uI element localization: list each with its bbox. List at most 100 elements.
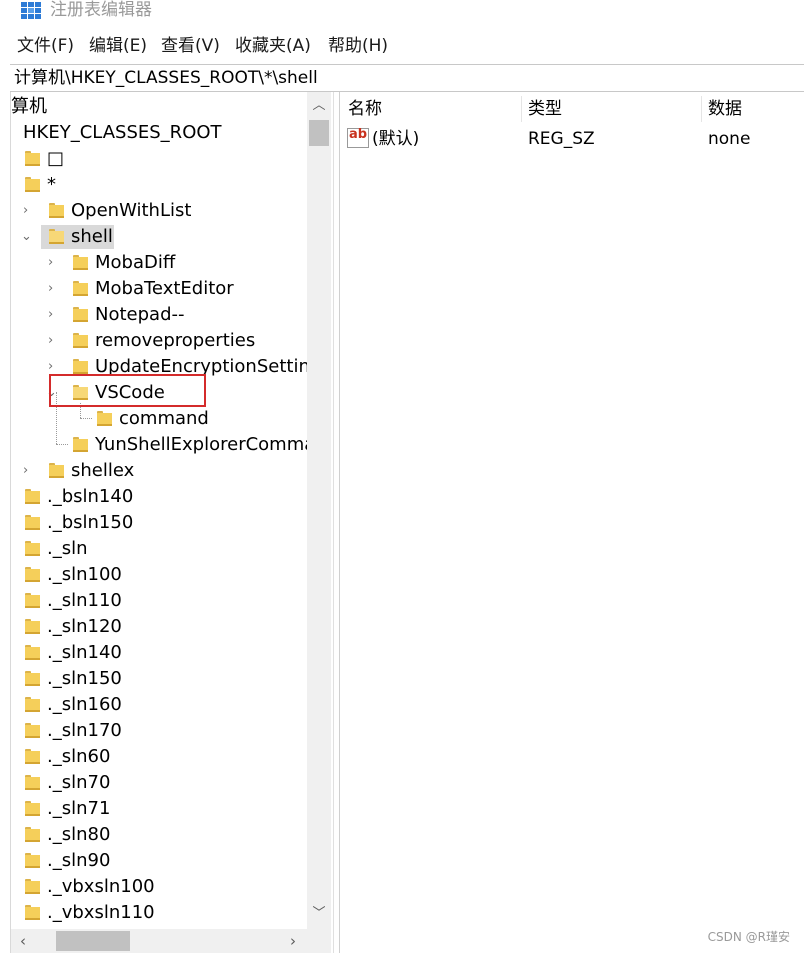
tree-label: ._sln xyxy=(47,538,88,559)
tree-item[interactable]: ._bsln140 xyxy=(11,484,311,510)
window-title: 注册表编辑器 xyxy=(50,0,152,20)
chevron-right-icon[interactable]: › xyxy=(48,308,58,321)
tree-item[interactable]: › OpenWithList xyxy=(11,198,311,224)
value-type[interactable]: REG_SZ xyxy=(528,126,595,152)
menu-view[interactable]: 查看(V) xyxy=(161,35,220,57)
folder-icon xyxy=(73,255,88,270)
tree-item[interactable]: › MobaDiff xyxy=(11,250,311,276)
menu-file[interactable]: 文件(F) xyxy=(17,35,74,57)
tree-label: ._sln60 xyxy=(47,746,111,767)
folder-icon xyxy=(49,463,64,478)
regedit-app-icon xyxy=(20,0,42,20)
value-list-pane: 名称 类型 数据 ab (默认) REG_SZ none xyxy=(340,92,804,953)
folder-icon xyxy=(97,411,112,426)
folder-icon xyxy=(25,801,40,816)
tree-item[interactable]: ._sln70 xyxy=(11,770,311,796)
tree-item[interactable]: ._sln160 xyxy=(11,692,311,718)
tree-item[interactable]: ._sln80 xyxy=(11,822,311,848)
menu-help[interactable]: 帮助(H) xyxy=(328,35,388,57)
tree-item[interactable]: ._sln140 xyxy=(11,640,311,666)
key-tree-pane: 算机 HKEY_CLASSES_ROOT □ * › OpenWithList … xyxy=(10,92,334,953)
tree-label: MobaDiff xyxy=(95,252,176,273)
folder-open-icon xyxy=(49,229,64,244)
menu-edit[interactable]: 编辑(E) xyxy=(89,35,147,57)
address-bar[interactable]: 计算机\HKEY_CLASSES_ROOT\*\shell xyxy=(10,64,804,92)
folder-icon xyxy=(73,437,88,452)
tree-item[interactable]: ._sln150 xyxy=(11,666,311,692)
scroll-up-icon[interactable]: ︿ xyxy=(307,94,331,118)
tree-item[interactable]: * xyxy=(11,172,311,198)
tree-item[interactable]: › shellex xyxy=(11,458,311,484)
tree-item[interactable]: ._sln100 xyxy=(11,562,311,588)
tree-label: ._sln120 xyxy=(47,616,122,637)
scroll-right-icon[interactable]: › xyxy=(281,929,305,953)
title-bar: 注册表编辑器 xyxy=(0,0,804,28)
tree-item[interactable]: YunShellExplorerCommand xyxy=(11,432,308,458)
folder-icon xyxy=(25,541,40,556)
tree-label: ._sln71 xyxy=(47,798,111,819)
tree-item[interactable]: ._sln xyxy=(11,536,311,562)
folder-icon xyxy=(25,749,40,764)
tree-horizontal-scrollbar[interactable]: ‹ › xyxy=(11,929,307,953)
tree-item[interactable]: ._vbxsln100 xyxy=(11,874,311,900)
tree-item[interactable]: › MobaTextEditor xyxy=(11,276,311,302)
menu-favorites[interactable]: 收藏夹(A) xyxy=(235,35,311,57)
tree-label: ._sln80 xyxy=(47,824,111,845)
tree-item-selected[interactable]: ⌄ shell xyxy=(11,224,311,250)
chevron-right-icon[interactable]: › xyxy=(23,464,33,477)
pane-splitter[interactable] xyxy=(333,92,340,953)
folder-icon xyxy=(25,567,40,582)
tree-label: HKEY_CLASSES_ROOT xyxy=(23,122,222,143)
tree-item[interactable]: ._sln110 xyxy=(11,588,311,614)
chevron-right-icon[interactable]: › xyxy=(23,204,33,217)
column-divider[interactable] xyxy=(521,96,522,122)
tree-item[interactable]: ._sln60 xyxy=(11,744,311,770)
tree-label: ._sln70 xyxy=(47,772,111,793)
tree-item[interactable]: ._sln71 xyxy=(11,796,311,822)
chevron-right-icon[interactable]: › xyxy=(48,256,58,269)
scroll-down-icon[interactable]: ﹀ xyxy=(307,902,331,926)
tree-vertical-scrollbar[interactable]: ︿ ﹀ xyxy=(307,92,331,929)
folder-icon xyxy=(25,775,40,790)
tree-label: OpenWithList xyxy=(71,200,192,221)
tree-label: command xyxy=(119,408,209,429)
chevron-right-icon[interactable]: › xyxy=(48,334,58,347)
tree-label: shell xyxy=(71,226,113,247)
scroll-thumb[interactable] xyxy=(309,120,329,146)
scroll-left-icon[interactable]: ‹ xyxy=(11,929,35,953)
column-header-name[interactable]: 名称 xyxy=(348,96,382,122)
tree-item[interactable]: › Notepad-- xyxy=(11,302,311,328)
chevron-down-icon[interactable]: ⌄ xyxy=(21,230,32,243)
tree-item[interactable]: ._vbxsln110 xyxy=(11,900,311,926)
tree-label: ._vbxsln110 xyxy=(47,902,155,923)
tree-label: shellex xyxy=(71,460,135,481)
column-header-type[interactable]: 类型 xyxy=(528,96,562,122)
folder-icon xyxy=(25,619,40,634)
folder-icon xyxy=(25,879,40,894)
chevron-right-icon[interactable]: › xyxy=(48,282,58,295)
value-name[interactable]: (默认) xyxy=(372,126,419,152)
tree-item[interactable]: command xyxy=(11,406,311,432)
column-header-data[interactable]: 数据 xyxy=(708,96,742,122)
column-divider[interactable] xyxy=(701,96,702,122)
folder-icon xyxy=(25,827,40,842)
tree-item[interactable]: ._sln90 xyxy=(11,848,311,874)
tree-label: ._sln150 xyxy=(47,668,122,689)
address-path[interactable]: 计算机\HKEY_CLASSES_ROOT\*\shell xyxy=(14,67,318,89)
tree-item[interactable]: ._sln170 xyxy=(11,718,311,744)
scroll-corner xyxy=(307,929,331,953)
folder-icon xyxy=(25,853,40,868)
scroll-thumb[interactable] xyxy=(56,931,130,951)
tree-item[interactable]: ._bsln150 xyxy=(11,510,311,536)
folder-icon xyxy=(73,333,88,348)
chevron-right-icon[interactable]: › xyxy=(48,360,58,373)
tree-item[interactable]: □ xyxy=(11,146,311,172)
tree-item[interactable]: › removeproperties xyxy=(11,328,311,354)
tree-item[interactable]: ._sln120 xyxy=(11,614,311,640)
folder-icon xyxy=(25,671,40,686)
value-data[interactable]: none xyxy=(708,126,750,152)
folder-icon xyxy=(25,723,40,738)
string-value-icon-text: ab xyxy=(349,127,368,142)
folder-icon xyxy=(73,307,88,322)
tree-label: ._sln90 xyxy=(47,850,111,871)
